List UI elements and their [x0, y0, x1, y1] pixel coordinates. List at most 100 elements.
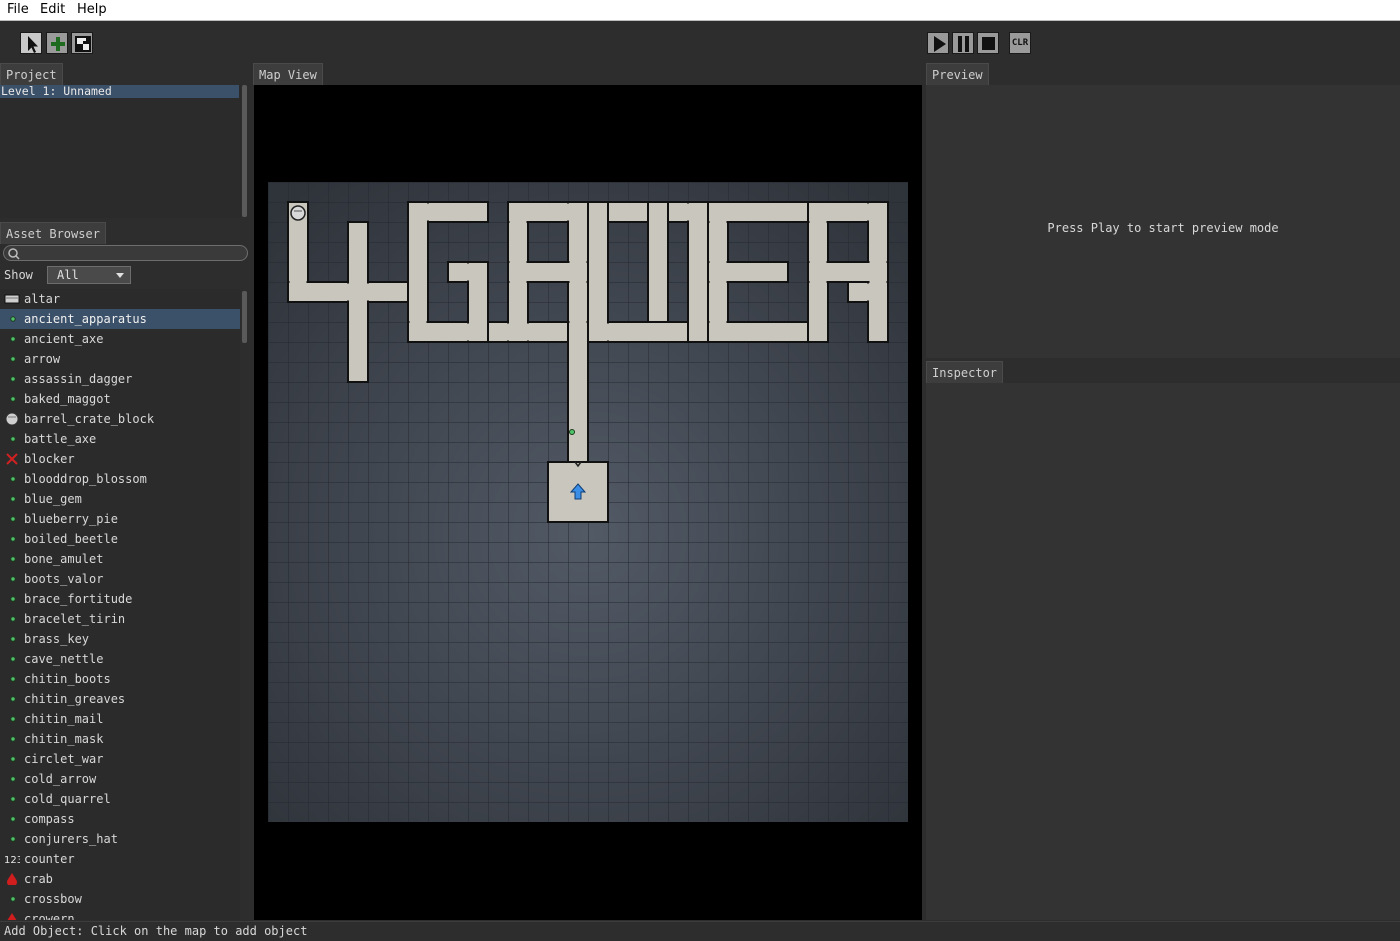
menu-file[interactable]: File: [7, 2, 29, 17]
asset-item-bone-amulet[interactable]: bone_amulet: [0, 549, 240, 569]
item-dot-icon: [10, 496, 16, 502]
asset-item-barrel-crate-block[interactable]: barrel_crate_block: [0, 409, 240, 429]
asset-item-brace-fortitude[interactable]: brace_fortitude: [0, 589, 240, 609]
floor-tile-fill: [409, 203, 427, 341]
asset-item-label: ancient_apparatus: [24, 312, 147, 326]
menu-bar: File Edit Help: [0, 0, 1400, 21]
asset-item-ancient-axe[interactable]: ancient_axe: [0, 329, 240, 349]
asset-item-label: arrow: [24, 352, 61, 366]
item-dot-icon: [10, 716, 16, 722]
blocker-x-icon: [6, 453, 18, 465]
asset-item-bracelet-tirin[interactable]: bracelet_tirin: [0, 609, 240, 629]
asset-item-chitin-greaves[interactable]: chitin_greaves: [0, 689, 240, 709]
asset-item-cave-nettle[interactable]: cave_nettle: [0, 649, 240, 669]
asset-item-crossbow[interactable]: crossbow: [0, 889, 240, 909]
add-object-button[interactable]: [46, 32, 68, 54]
asset-item-label: baked_maggot: [24, 392, 111, 406]
asset-item-label: chitin_mask: [24, 732, 104, 746]
project-level-item[interactable]: Level 1: Unnamed: [0, 85, 239, 98]
asset-item-crowern[interactable]: crowern: [0, 909, 240, 920]
asset-item-label: crab: [24, 872, 53, 886]
clear-button[interactable]: CLR: [1009, 32, 1031, 54]
asset-item-blueberry-pie[interactable]: blueberry_pie: [0, 509, 240, 529]
asset-item-counter[interactable]: 123 counter: [0, 849, 240, 869]
asset-item-label: boiled_beetle: [24, 532, 118, 546]
map-view[interactable]: [254, 85, 922, 920]
project-scrollbar[interactable]: [242, 85, 247, 217]
floor-tile-fill: [709, 323, 807, 341]
asset-search-input[interactable]: [3, 245, 248, 261]
asset-item-conjurers-hat[interactable]: conjurers_hat: [0, 829, 240, 849]
status-bar: Add Object: Click on the map to add obje…: [0, 921, 1400, 940]
asset-item-label: crossbow: [24, 892, 82, 906]
stop-icon: [982, 37, 995, 50]
asset-item-cold-quarrel[interactable]: cold_quarrel: [0, 789, 240, 809]
asset-item-chitin-mask[interactable]: chitin_mask: [0, 729, 240, 749]
asset-item-label: assassin_dagger: [24, 372, 133, 386]
floor-tile-fill: [609, 203, 647, 221]
item-object[interactable]: [569, 429, 575, 435]
show-filter-select[interactable]: All: [47, 266, 131, 284]
item-dot-icon: [10, 316, 16, 322]
inspector-panel: [926, 383, 1400, 920]
asset-item-crab[interactable]: crab: [0, 869, 240, 889]
asset-item-baked-maggot[interactable]: baked_maggot: [0, 389, 240, 409]
asset-item-label: conjurers_hat: [24, 832, 118, 846]
item-dot-icon: [10, 356, 16, 362]
asset-item-blocker[interactable]: blocker: [0, 449, 240, 469]
asset-item-altar[interactable]: altar: [0, 289, 240, 309]
plus-icon: [51, 37, 65, 51]
toolbar: CLR: [0, 21, 1400, 65]
preview-panel[interactable]: Press Play to start preview mode: [926, 85, 1400, 358]
floor-tile-fill: [569, 323, 587, 461]
asset-item-boiled-beetle[interactable]: boiled_beetle: [0, 529, 240, 549]
tab-asset-browser[interactable]: Asset Browser: [0, 222, 106, 244]
asset-list-scrollbar[interactable]: [242, 291, 247, 343]
asset-item-label: chitin_boots: [24, 672, 111, 686]
floor-tile-fill: [349, 223, 367, 381]
tab-inspector[interactable]: Inspector: [926, 361, 1004, 383]
asset-item-chitin-boots[interactable]: chitin_boots: [0, 669, 240, 689]
floor-tile-fill: [489, 323, 567, 341]
altar-object[interactable]: [290, 205, 306, 221]
asset-item-label: counter: [24, 852, 75, 866]
asset-item-compass[interactable]: compass: [0, 809, 240, 829]
floor-tile-fill: [289, 283, 407, 301]
item-dot-icon: [10, 696, 16, 702]
floor-tile-fill: [689, 203, 707, 341]
asset-item-blooddrop-blossom[interactable]: blooddrop_blossom: [0, 469, 240, 489]
pause-button[interactable]: [952, 32, 974, 54]
menu-edit[interactable]: Edit: [40, 2, 65, 17]
asset-item-circlet-war[interactable]: circlet_war: [0, 749, 240, 769]
asset-item-assassin-dagger[interactable]: assassin_dagger: [0, 369, 240, 389]
asset-item-brass-key[interactable]: brass_key: [0, 629, 240, 649]
paint-tiles-button[interactable]: [71, 32, 93, 54]
tab-project[interactable]: Project: [0, 63, 63, 85]
asset-item-label: blue_gem: [24, 492, 82, 506]
svg-text:123: 123: [4, 855, 20, 865]
item-dot-icon: [10, 736, 16, 742]
asset-item-label: brass_key: [24, 632, 90, 646]
item-dot-icon: [10, 656, 16, 662]
tab-preview[interactable]: Preview: [926, 63, 989, 85]
asset-item-cold-arrow[interactable]: cold_arrow: [0, 769, 240, 789]
asset-item-boots-valor[interactable]: boots_valor: [0, 569, 240, 589]
select-tool-button[interactable]: [20, 32, 42, 54]
asset-item-arrow[interactable]: arrow: [0, 349, 240, 369]
asset-item-label: altar: [24, 292, 61, 306]
asset-item-label: bone_amulet: [24, 552, 104, 566]
tab-map-view[interactable]: Map View: [253, 63, 323, 85]
asset-item-chitin-mail[interactable]: chitin_mail: [0, 709, 240, 729]
stop-button[interactable]: [977, 32, 999, 54]
play-button[interactable]: [927, 32, 949, 54]
chevron-down-icon: [116, 273, 124, 278]
item-dot-icon: [10, 516, 16, 522]
item-dot-icon: [10, 536, 16, 542]
barrel-icon: [5, 413, 19, 425]
menu-help[interactable]: Help: [77, 2, 107, 17]
dungeon-map[interactable]: [254, 85, 922, 920]
show-filter-label: Show: [4, 268, 33, 282]
asset-item-ancient-apparatus[interactable]: ancient_apparatus: [0, 309, 240, 329]
asset-item-blue-gem[interactable]: blue_gem: [0, 489, 240, 509]
asset-item-battle-axe[interactable]: battle_axe: [0, 429, 240, 449]
